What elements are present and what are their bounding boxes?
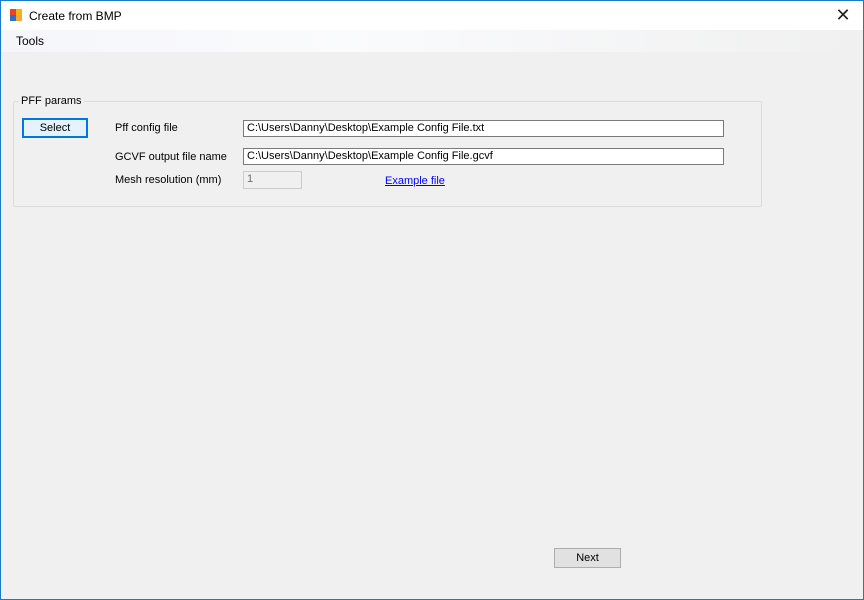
close-button[interactable]: ✕ [823, 1, 863, 30]
next-button[interactable]: Next [554, 548, 621, 568]
gcvf-output-input[interactable]: C:\Users\Danny\Desktop\Example Config Fi… [243, 148, 724, 165]
example-file-link[interactable]: Example file [385, 175, 445, 187]
close-icon: ✕ [835, 5, 851, 26]
window-title: Create from BMP [29, 9, 122, 23]
mesh-resolution-label: Mesh resolution (mm) [115, 174, 222, 186]
menu-bar: Tools [1, 30, 863, 52]
app-window: Create from BMP ✕ Tools PFF params Selec… [0, 0, 864, 600]
menu-tools[interactable]: Tools [9, 34, 51, 48]
select-button[interactable]: Select [22, 118, 88, 138]
mesh-resolution-input[interactable]: 1 [243, 171, 302, 189]
gcvf-output-label: GCVF output file name [115, 151, 227, 163]
group-title: PFF params [19, 95, 84, 107]
pff-config-label: Pff config file [115, 122, 178, 134]
title-bar[interactable]: Create from BMP ✕ [1, 1, 863, 30]
app-icon [10, 9, 22, 21]
pff-config-input[interactable]: C:\Users\Danny\Desktop\Example Config Fi… [243, 120, 724, 137]
